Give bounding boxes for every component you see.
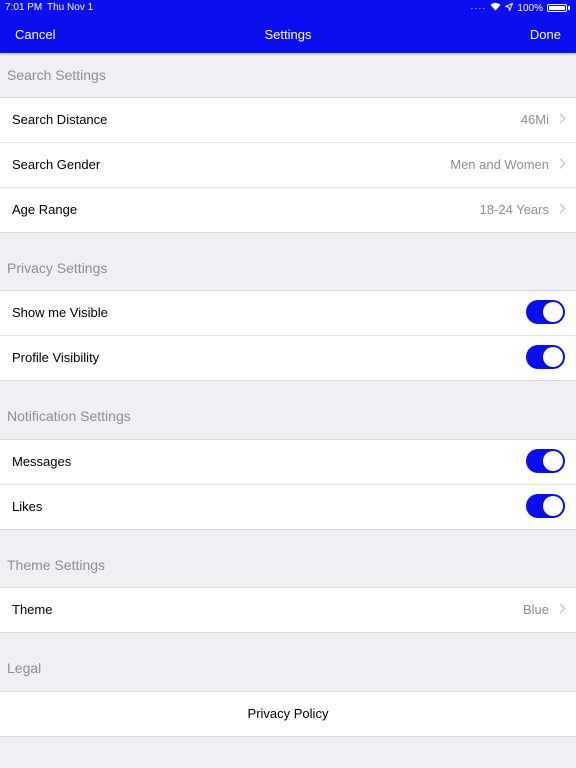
theme-settings-group: Theme Blue	[0, 587, 576, 633]
profile-visibility-row: Profile Visibility	[0, 336, 576, 380]
show-me-visible-toggle[interactable]	[526, 300, 565, 324]
theme-settings-header: Theme Settings	[7, 557, 106, 573]
search-settings-header: Search Settings	[7, 67, 106, 83]
search-distance-row[interactable]: Search Distance 46Mi	[0, 98, 576, 143]
notification-settings-header: Notification Settings	[7, 408, 131, 424]
age-range-row[interactable]: Age Range 18-24 Years	[0, 188, 576, 232]
legal-group: Privacy Policy	[0, 691, 576, 737]
signal-icon: ····	[470, 3, 487, 13]
age-range-value: 18-24 Years	[479, 202, 549, 217]
toggle-knob	[543, 451, 563, 471]
location-arrow-icon	[504, 2, 514, 14]
wifi-icon	[490, 2, 501, 14]
page-title: Settings	[264, 27, 312, 42]
notification-settings-group: Messages Likes	[0, 439, 576, 530]
theme-value: Blue	[522, 602, 549, 617]
privacy-settings-header: Privacy Settings	[7, 260, 108, 276]
battery-icon	[547, 4, 567, 12]
profile-visibility-label: Profile Visibility	[12, 350, 100, 365]
done-button[interactable]: Done	[530, 27, 561, 42]
status-right: ···· 100%	[470, 2, 570, 14]
chevron-right-icon	[555, 603, 566, 614]
privacy-policy-button[interactable]: Privacy Policy	[0, 692, 576, 736]
messages-toggle[interactable]	[526, 449, 565, 473]
messages-row: Messages	[0, 440, 576, 485]
chevron-right-icon	[555, 113, 566, 124]
chevron-right-icon	[555, 203, 566, 214]
search-gender-value: Men and Women	[450, 157, 549, 172]
chevron-right-icon	[555, 158, 566, 169]
legal-header: Legal	[7, 660, 42, 676]
privacy-settings-group: Show me Visible Profile Visibility	[0, 290, 576, 381]
status-bar: 7:01 PM Thu Nov 1 ···· 100%	[0, 0, 576, 16]
likes-toggle[interactable]	[526, 494, 565, 518]
search-distance-label: Search Distance	[12, 112, 108, 127]
search-gender-label: Search Gender	[12, 157, 101, 172]
battery-tip	[568, 6, 570, 10]
status-date: Thu Nov 1	[47, 2, 94, 13]
theme-row[interactable]: Theme Blue	[0, 588, 576, 632]
search-settings-group: Search Distance 46Mi Search Gender Men a…	[0, 97, 576, 233]
likes-row: Likes	[0, 485, 576, 529]
battery-percent: 100%	[517, 2, 543, 14]
messages-label: Messages	[12, 454, 72, 469]
toggle-knob	[543, 496, 563, 516]
profile-visibility-toggle[interactable]	[526, 345, 565, 369]
likes-label: Likes	[12, 499, 43, 514]
toggle-knob	[543, 347, 563, 367]
navigation-bar: Cancel Settings Done	[0, 16, 576, 53]
status-time: 7:01 PM	[5, 2, 43, 13]
show-me-visible-row: Show me Visible	[0, 291, 576, 336]
search-distance-value: 46Mi	[520, 112, 549, 127]
search-gender-row[interactable]: Search Gender Men and Women	[0, 143, 576, 188]
toggle-knob	[543, 302, 563, 322]
show-me-visible-label: Show me Visible	[12, 305, 108, 320]
age-range-label: Age Range	[12, 202, 78, 217]
theme-label: Theme	[12, 602, 53, 617]
